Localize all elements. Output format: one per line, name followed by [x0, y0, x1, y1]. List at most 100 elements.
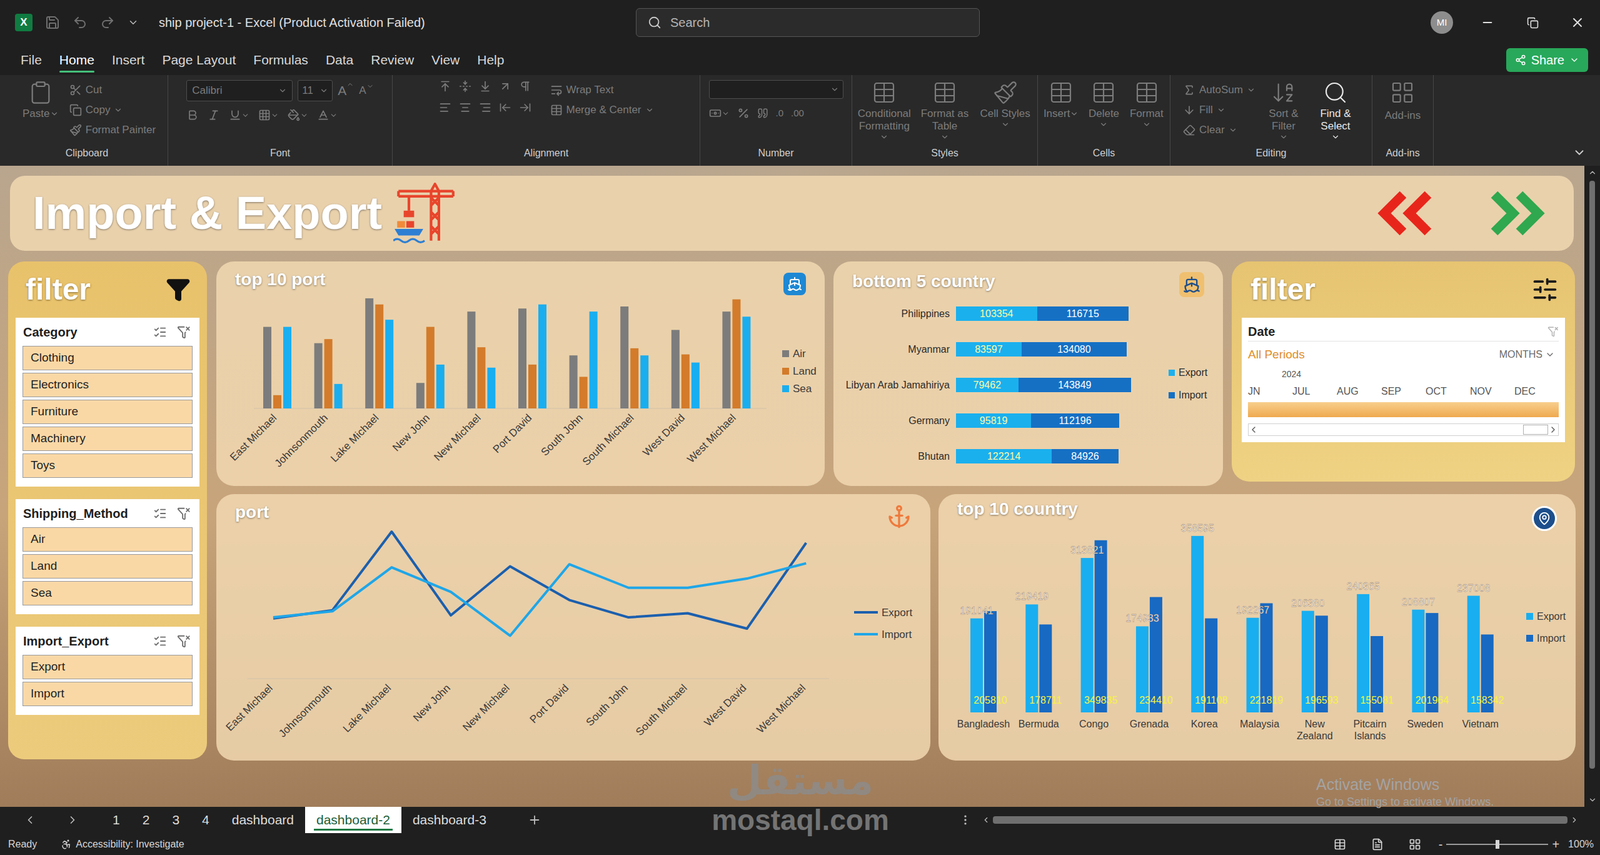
- align-center-icon[interactable]: [458, 101, 472, 114]
- slicer-item[interactable]: Sea: [22, 580, 193, 606]
- menu-tab[interactable]: Insert: [105, 45, 152, 76]
- font-size-select[interactable]: 11: [297, 80, 333, 102]
- next-sheet-icon[interactable]: [66, 813, 79, 826]
- slicer-item[interactable]: Air: [22, 527, 193, 552]
- redo-icon[interactable]: [100, 15, 116, 31]
- fill-button[interactable]: Fill: [1182, 100, 1256, 121]
- slicer-item[interactable]: Furniture: [22, 399, 193, 424]
- menu-tab[interactable]: Data: [318, 45, 361, 76]
- account-avatar[interactable]: MI: [1430, 11, 1454, 34]
- customize-toolbar-icon[interactable]: [127, 16, 139, 29]
- undo-icon[interactable]: [72, 15, 88, 31]
- sheet-tab[interactable]: dashboard: [220, 806, 306, 833]
- normal-view-icon[interactable]: [1333, 837, 1347, 851]
- bold-icon[interactable]: [186, 108, 199, 122]
- top-align-icon[interactable]: [438, 80, 452, 93]
- timeline-track[interactable]: [1247, 402, 1559, 418]
- sheet-tab[interactable]: 3: [160, 806, 191, 833]
- previous-page-icon[interactable]: [1373, 190, 1439, 236]
- clear-filter-icon[interactable]: [176, 506, 191, 521]
- slicer-item[interactable]: Import: [22, 681, 193, 706]
- fill-color-icon[interactable]: [287, 108, 301, 122]
- bottom-align-icon[interactable]: [478, 80, 492, 93]
- middle-align-icon[interactable]: [458, 80, 472, 93]
- sheet-tab[interactable]: 4: [190, 806, 221, 833]
- slicer-item[interactable]: Electronics: [22, 372, 193, 398]
- slicer-item[interactable]: Export: [22, 654, 193, 680]
- menu-tab[interactable]: Page Layout: [155, 45, 243, 76]
- sheet-tab[interactable]: dashboard-2: [305, 806, 402, 833]
- multi-select-icon[interactable]: [153, 325, 167, 339]
- clear-button[interactable]: Clear: [1182, 120, 1256, 141]
- more-options-icon[interactable]: [959, 813, 972, 826]
- multi-select-icon[interactable]: [153, 506, 167, 521]
- styles-button[interactable]: Cell Styles: [977, 80, 1033, 131]
- menu-tab[interactable]: File: [13, 45, 49, 76]
- text-direction-icon[interactable]: [518, 80, 532, 93]
- vertical-scrollbar[interactable]: [1584, 165, 1600, 807]
- shrink-font-button[interactable]: A: [358, 82, 374, 99]
- increase-decimal-button[interactable]: .0: [775, 106, 785, 121]
- grow-font-button[interactable]: A: [337, 80, 354, 101]
- merge-center-button[interactable]: Merge & Center: [550, 100, 655, 121]
- decrease-indent-icon[interactable]: [498, 101, 512, 114]
- menu-tab[interactable]: Help: [470, 45, 511, 76]
- font-name-select[interactable]: Calibri: [186, 80, 293, 102]
- align-left-icon[interactable]: [438, 101, 452, 114]
- find-select-button[interactable]: Find & Select: [1311, 80, 1360, 144]
- horizontal-scrollbar[interactable]: [981, 814, 1579, 826]
- zoom-out-button[interactable]: -: [1438, 834, 1444, 854]
- page-break-view-icon[interactable]: [1408, 837, 1422, 851]
- restore-button[interactable]: [1509, 0, 1555, 46]
- sheet-tab[interactable]: 1: [101, 806, 132, 833]
- increase-indent-icon[interactable]: [518, 101, 532, 114]
- underline-icon[interactable]: [228, 108, 242, 122]
- orientation-icon[interactable]: [498, 80, 512, 93]
- collapse-ribbon-icon[interactable]: [1572, 145, 1587, 160]
- clear-filter-icon[interactable]: [1547, 325, 1559, 338]
- search-box[interactable]: Search: [635, 8, 980, 37]
- next-page-icon[interactable]: [1483, 190, 1549, 236]
- menu-tab[interactable]: Home: [52, 45, 102, 76]
- autosum-button[interactable]: AutoSum: [1182, 80, 1256, 101]
- multi-select-icon[interactable]: [153, 633, 167, 648]
- clear-filter-icon[interactable]: [176, 633, 191, 648]
- slicer-item[interactable]: Machinery: [22, 426, 193, 451]
- percent-style-icon[interactable]: [737, 106, 750, 120]
- close-button[interactable]: [1554, 0, 1600, 46]
- time-unit-select[interactable]: MONTHS: [1499, 347, 1559, 363]
- wrap-text-button[interactable]: Wrap Text: [550, 80, 655, 101]
- font-color-icon[interactable]: [316, 108, 330, 122]
- menu-tab[interactable]: Review: [363, 45, 421, 76]
- format-painter-button[interactable]: Format Painter: [69, 120, 156, 141]
- slicer-item[interactable]: Land: [22, 553, 193, 579]
- align-right-icon[interactable]: [478, 101, 492, 114]
- timeline-scrollbar[interactable]: [1247, 423, 1559, 436]
- sheet-tab[interactable]: 2: [131, 806, 162, 833]
- cells-button[interactable]: Format: [1128, 80, 1165, 131]
- cells-button[interactable]: Insert: [1042, 80, 1080, 121]
- cells-button[interactable]: Delete: [1085, 80, 1122, 131]
- add-sheet-icon[interactable]: [527, 812, 542, 827]
- menu-tab[interactable]: View: [424, 45, 467, 76]
- share-button[interactable]: Share: [1506, 48, 1589, 72]
- zoom-slider[interactable]: [1446, 839, 1549, 849]
- slicer-item[interactable]: Clothing: [22, 345, 193, 371]
- slicer-item[interactable]: Toys: [22, 453, 193, 478]
- styles-button[interactable]: Conditional Formatting: [857, 80, 912, 144]
- minimize-button[interactable]: [1464, 0, 1510, 46]
- accessibility-status[interactable]: Accessibility: Investigate: [60, 836, 184, 852]
- clear-filter-icon[interactable]: [176, 325, 191, 339]
- italic-icon[interactable]: [207, 108, 221, 122]
- copy-button[interactable]: Copy: [69, 100, 156, 121]
- number-format-select[interactable]: [709, 80, 844, 99]
- menu-tab[interactable]: Formulas: [246, 45, 316, 76]
- sort-filter-button[interactable]: Sort & Filter: [1261, 80, 1306, 144]
- addins-button[interactable]: Add-ins: [1384, 80, 1422, 124]
- save-icon[interactable]: [45, 15, 61, 31]
- borders-icon[interactable]: [258, 108, 271, 122]
- comma-style-icon[interactable]: [757, 107, 769, 119]
- previous-sheet-icon[interactable]: [23, 813, 37, 826]
- paste-button[interactable]: Paste: [18, 80, 64, 121]
- styles-button[interactable]: Format as Table: [917, 80, 973, 144]
